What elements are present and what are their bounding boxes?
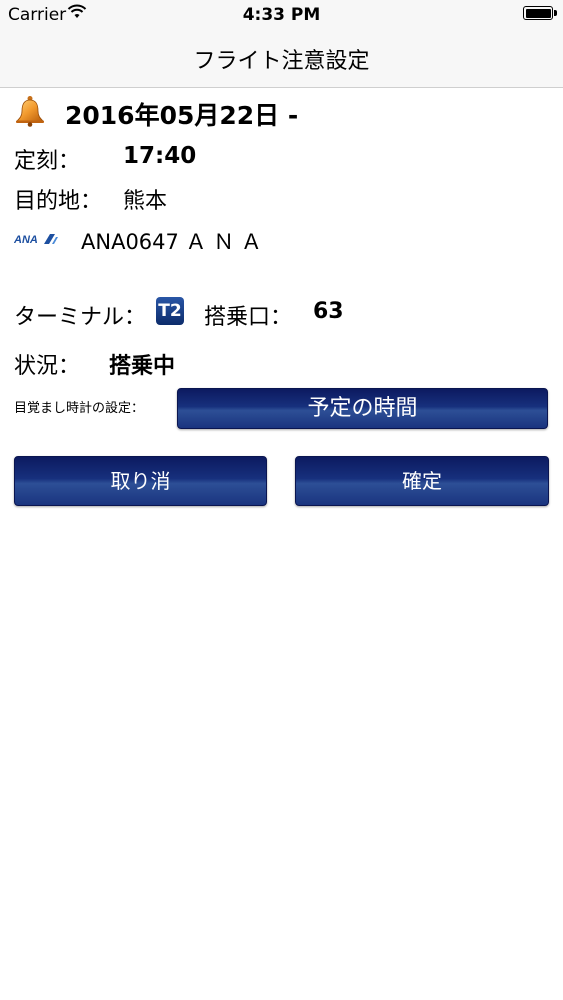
confirm-button[interactable]: 確定	[295, 456, 549, 506]
terminal-label: ターミナル：	[14, 305, 147, 330]
navigation-bar: フライト注意設定	[0, 30, 563, 88]
scheduled-time-value: 17:40	[123, 143, 197, 169]
alarm-time-button[interactable]: 予定の時間	[177, 388, 548, 429]
ana-logo-text: ANA	[14, 234, 38, 246]
clock: 4:33 PM	[242, 5, 321, 25]
scheduled-time-label: 定刻：	[14, 149, 81, 174]
flight-date: 2016年05月22日 -	[65, 101, 299, 130]
ana-logo-icon: ANA	[14, 234, 58, 246]
terminal-icon: T2	[156, 297, 184, 325]
alarm-setting-label: 目覚まし時計の設定：	[14, 401, 145, 416]
gate-value: 63	[313, 299, 344, 324]
battery-icon	[523, 6, 557, 20]
page-title: フライト注意設定	[193, 49, 370, 74]
status-label: 状況：	[14, 354, 81, 379]
status-bar: Carrier 4:33 PM	[0, 0, 563, 30]
cancel-button[interactable]: 取り消	[14, 456, 267, 506]
flight-number: ANA0647 Ａ Ｎ Ａ	[81, 230, 262, 254]
destination-label: 目的地：	[14, 189, 103, 214]
destination-value: 熊本	[123, 189, 168, 214]
status-value: 搭乗中	[109, 354, 176, 379]
gate-label: 搭乗口：	[204, 305, 293, 330]
bell-icon	[16, 96, 44, 127]
